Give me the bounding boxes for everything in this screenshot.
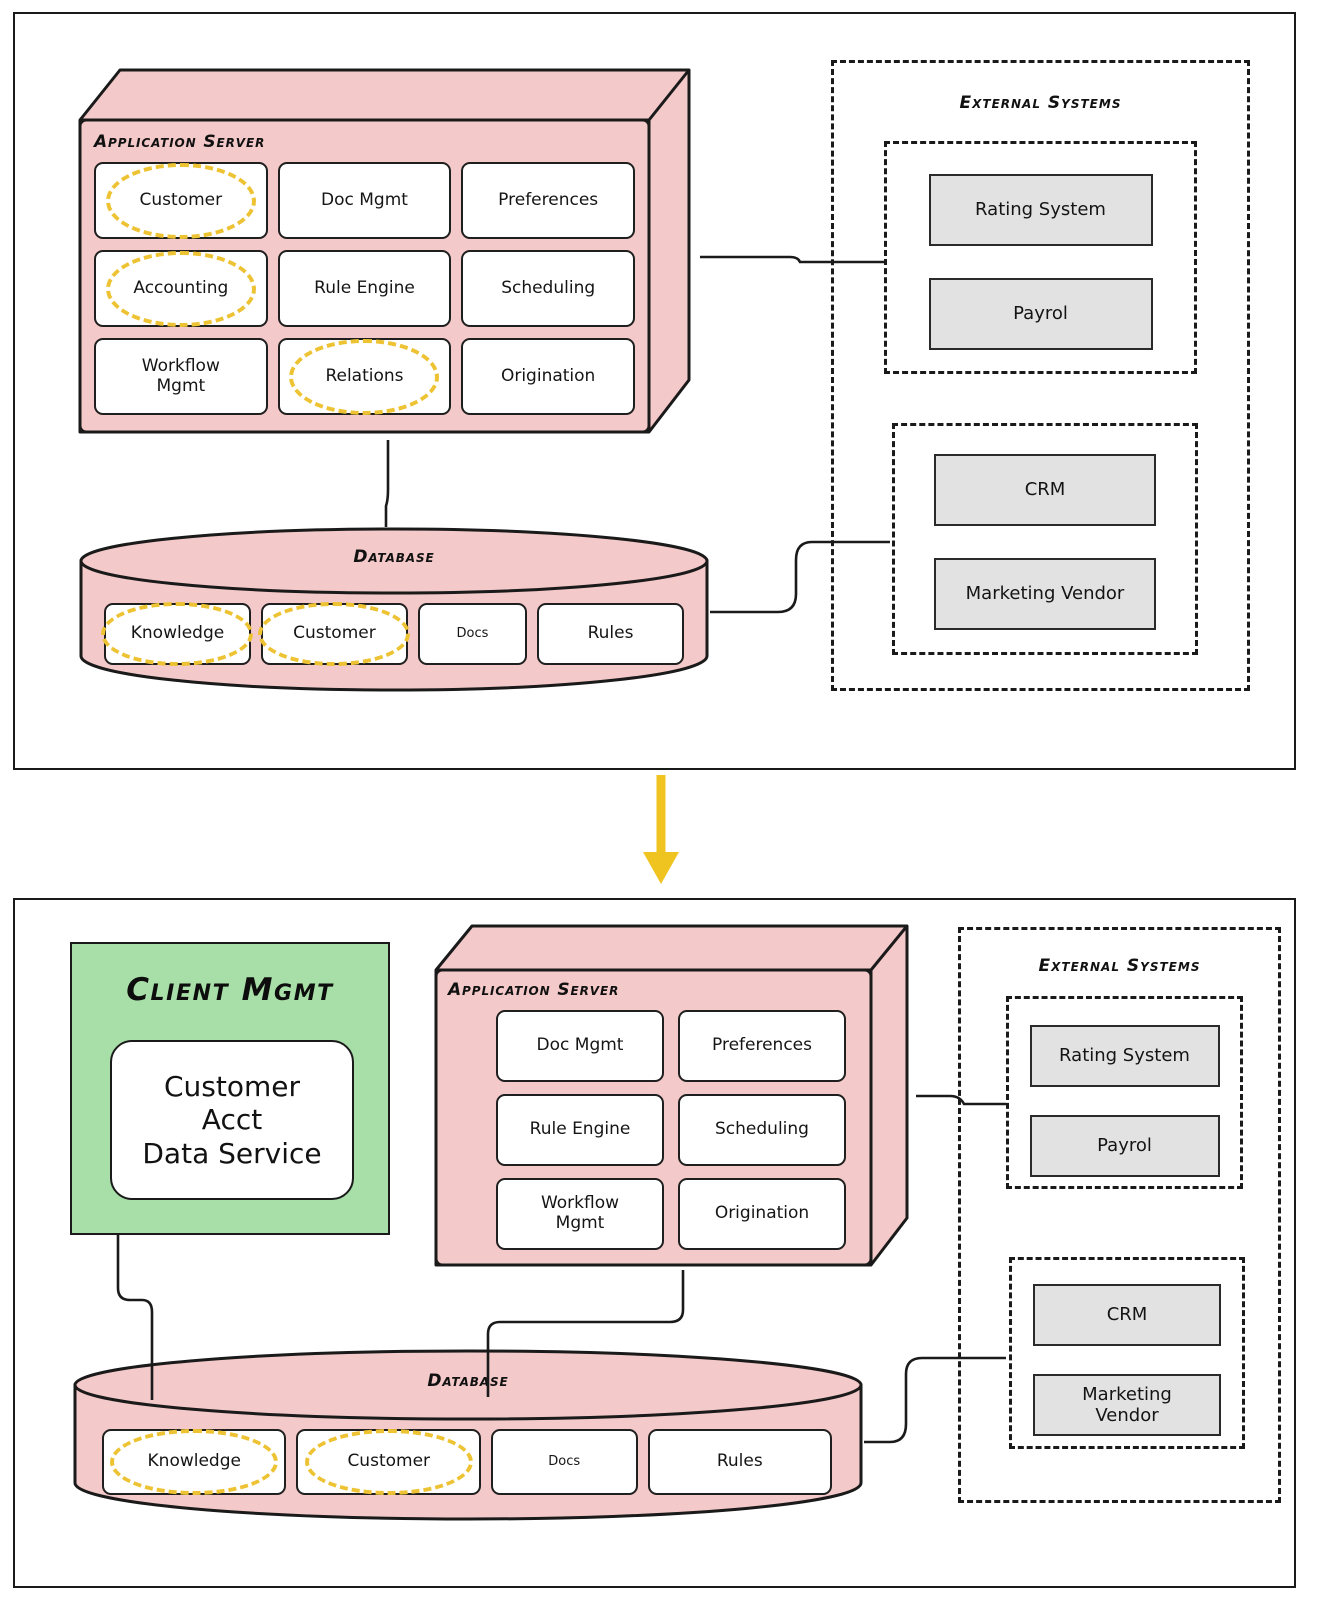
module-label: Relations	[325, 365, 404, 386]
top-app-server-module[interactable]: Doc Mgmt	[277, 162, 452, 239]
bottom-database: Database Knowledge Customer Docs Rules	[72, 1349, 864, 1521]
module-label: Origination	[500, 365, 596, 386]
top-external-system-box[interactable]: Rating System	[928, 174, 1153, 246]
top-database: Database Knowledge Customer Docs Rules	[78, 527, 710, 692]
module-label: Customer	[347, 1451, 431, 1472]
system-label: Payrol	[1097, 1135, 1152, 1157]
top-app-server-module[interactable]: Scheduling	[461, 250, 635, 327]
module-label: Knowledge	[130, 623, 225, 644]
module-label: Rule Engine	[314, 277, 415, 298]
module-label: Doc Mgmt	[536, 1035, 624, 1056]
bottom-app-server-module[interactable]: Origination	[678, 1178, 846, 1250]
bottom-server-module-grid: Doc Mgmt Preferences Rule Engine Scheduling…	[496, 1010, 846, 1250]
bottom-db-store-module[interactable]: Docs	[490, 1429, 638, 1495]
module-label: Doc Mgmt	[321, 189, 408, 210]
bottom-database-store-row: Knowledge Customer Docs Rules	[102, 1429, 832, 1495]
system-label: Payrol	[1013, 303, 1068, 325]
module-label: Rules	[587, 623, 634, 644]
module-label: Workflow Mgmt	[540, 1193, 620, 1233]
system-label: Rating System	[975, 199, 1106, 221]
top-external-systems: External Systems Rating System Payrol CRM…	[831, 60, 1250, 691]
top-server-module-grid: Customer Doc Mgmt Preferences Accounting Rul…	[94, 162, 635, 415]
top-app-server-module[interactable]: Preferences	[461, 162, 635, 239]
system-label: Rating System	[1059, 1045, 1190, 1067]
bottom-external-system-box[interactable]: CRM	[1033, 1284, 1221, 1346]
client-mgmt-title: Client Mgmt	[126, 972, 334, 1008]
system-label: Marketing Vendor	[1082, 1383, 1172, 1426]
module-label: Workflow Mgmt	[141, 355, 220, 396]
module-label: Origination	[714, 1203, 810, 1224]
module-label: Customer	[293, 623, 376, 644]
module-label: Docs	[548, 1453, 581, 1469]
system-label: Marketing Vendor	[965, 583, 1125, 605]
system-label: CRM	[1024, 479, 1066, 501]
top-database-title: Database	[353, 547, 435, 567]
bottom-db-store-module[interactable]: Customer	[296, 1429, 481, 1495]
bottom-external-system-box[interactable]: Rating System	[1029, 1025, 1220, 1087]
customer-acct-data-service: Customer Acct Data Service	[110, 1040, 354, 1200]
module-label: Docs	[456, 625, 489, 641]
top-external-system-box[interactable]: Marketing Vendor	[934, 558, 1156, 630]
top-app-server-module[interactable]: Origination	[461, 338, 635, 415]
top-db-store-module[interactable]: Rules	[537, 603, 685, 665]
bottom-app-server-module[interactable]: Scheduling	[678, 1094, 846, 1166]
module-label: Knowledge	[147, 1451, 241, 1472]
top-application-server: Application Server Customer Doc Mgmt Prefe…	[72, 62, 697, 440]
top-db-store-module[interactable]: Knowledge	[101, 602, 254, 666]
bottom-external-group-2: CRM Marketing Vendor	[1009, 1257, 1245, 1449]
top-app-server-module[interactable]: Rule Engine	[277, 250, 452, 327]
top-application-server-title: Application Server	[94, 132, 266, 152]
module-label: Preferences	[498, 189, 599, 210]
bottom-db-store-module[interactable]: Knowledge	[102, 1429, 287, 1495]
bottom-application-server: Application Server Doc Mgmt Preferences Ru…	[430, 918, 915, 1273]
module-label: Scheduling	[715, 1119, 809, 1140]
bottom-app-server-module[interactable]: Workflow Mgmt	[496, 1178, 664, 1250]
system-label: CRM	[1106, 1304, 1148, 1326]
module-label: Scheduling	[501, 277, 596, 298]
bottom-external-group-1: Rating System Payrol	[1006, 996, 1243, 1189]
module-label: Rules	[716, 1451, 763, 1472]
bottom-app-server-module[interactable]: Preferences	[678, 1010, 846, 1082]
module-label: Accounting	[133, 277, 229, 298]
module-label: Preferences	[712, 1035, 812, 1056]
top-db-store-module[interactable]: Docs	[417, 603, 528, 665]
top-external-group-2: CRM Marketing Vendor	[892, 423, 1198, 655]
bottom-external-systems: External Systems Rating System Payrol CRM…	[958, 927, 1281, 1503]
top-external-system-box[interactable]: CRM	[934, 454, 1156, 526]
bottom-external-systems-title: External Systems	[1038, 956, 1201, 976]
top-external-systems-title: External Systems	[959, 93, 1122, 113]
bottom-application-server-title: Application Server	[448, 980, 620, 1000]
module-label: Rule Engine	[529, 1119, 631, 1140]
service-label: Customer Acct Data Service	[142, 1069, 322, 1170]
bottom-app-server-module[interactable]: Rule Engine	[496, 1094, 664, 1166]
top-app-server-module[interactable]: Relations	[277, 338, 452, 415]
top-app-server-module[interactable]: Workflow Mgmt	[94, 338, 268, 415]
bottom-external-system-box[interactable]: Payrol	[1029, 1115, 1220, 1177]
top-app-server-module[interactable]: Accounting	[94, 250, 268, 327]
transition-arrow	[643, 775, 679, 884]
diagram-canvas: Application Server Customer Doc Mgmt Prefe…	[0, 0, 1343, 1600]
top-external-group-1: Rating System Payrol	[884, 141, 1197, 374]
bottom-external-system-box[interactable]: Marketing Vendor	[1033, 1374, 1221, 1436]
client-mgmt-box: Client Mgmt Customer Acct Data Service	[70, 942, 390, 1235]
module-label: Customer	[139, 189, 223, 210]
top-app-server-module[interactable]: Customer	[94, 162, 268, 239]
bottom-db-store-module[interactable]: Rules	[647, 1429, 832, 1495]
bottom-app-server-module[interactable]: Doc Mgmt	[496, 1010, 664, 1082]
bottom-database-title: Database	[427, 1371, 509, 1391]
top-db-store-module[interactable]: Customer	[258, 602, 411, 666]
top-database-store-row: Knowledge Customer Docs Rules	[101, 602, 685, 666]
top-external-system-box[interactable]: Payrol	[928, 278, 1153, 350]
